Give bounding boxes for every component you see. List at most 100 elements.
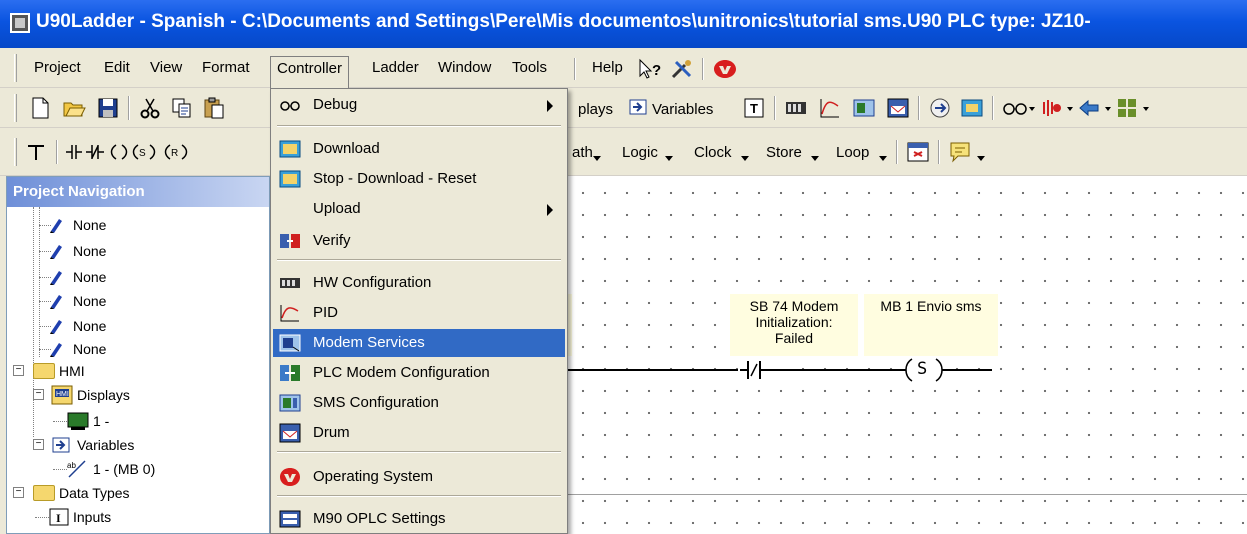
menu-item-label: SMS Configuration [313, 394, 439, 411]
download-icon[interactable] [960, 96, 984, 120]
chevron-down-icon[interactable] [810, 150, 820, 161]
contact-label-line-3: Failed [774, 330, 814, 346]
debug-glasses-icon[interactable] [1002, 96, 1036, 120]
chevron-down-icon[interactable] [740, 150, 750, 161]
ladder-elements-icon[interactable]: S R [64, 140, 264, 164]
collapse-icon[interactable]: − [33, 439, 44, 450]
menu-tools[interactable]: Tools [506, 56, 553, 82]
online-icon[interactable] [1040, 96, 1074, 120]
grid-layout-icon[interactable] [1116, 96, 1150, 120]
comment-icon[interactable] [948, 140, 972, 164]
menu-project[interactable]: Project [28, 56, 87, 82]
menu-item-label: M90 OPLC Settings [313, 510, 446, 527]
chevron-down-icon[interactable] [976, 150, 986, 161]
set-coil[interactable]: S [900, 356, 948, 384]
display-icon [67, 412, 89, 430]
coil-operand-label[interactable]: MB 1 Envio sms [864, 294, 998, 356]
menu-window[interactable]: Window [432, 56, 497, 82]
menu-bar: Project Edit View Format Controller Ladd… [0, 48, 1247, 88]
verify-icon [280, 234, 300, 248]
menu-item-drum[interactable]: Drum [273, 419, 565, 447]
tree-item-label: None [73, 293, 107, 309]
toolbar-variables-label[interactable]: Variables [652, 101, 713, 118]
menu-item-download[interactable]: Download [273, 135, 565, 163]
menu-item-verify[interactable]: Verify [273, 227, 565, 255]
menu-item-sms-configuration[interactable]: SMS Configuration [273, 389, 565, 417]
menu-item-label: Operating System [313, 468, 434, 485]
app-icon[interactable] [10, 13, 30, 33]
submenu-arrow-icon [547, 100, 553, 112]
toolbar-logic-label[interactable]: Logic [622, 144, 658, 161]
toolbar-displays-label[interactable]: plays [578, 101, 613, 118]
download-icon [279, 140, 301, 158]
toolbar-grip[interactable] [14, 94, 17, 122]
new-file-icon[interactable] [28, 96, 52, 120]
tools-icon[interactable] [670, 58, 696, 80]
variables-icon[interactable] [628, 97, 648, 117]
collapse-icon[interactable]: − [13, 487, 24, 498]
menu-ladder[interactable]: Ladder [366, 56, 425, 82]
svg-text:R: R [171, 148, 178, 159]
tree-line [33, 207, 34, 437]
chevron-down-icon[interactable] [592, 150, 602, 161]
function-block-icon[interactable] [906, 140, 930, 164]
net-icon[interactable] [24, 140, 48, 164]
menu-item-label: Drum [313, 424, 350, 441]
context-help-icon[interactable]: ? [638, 58, 664, 80]
toolbar-clock-label[interactable]: Clock [694, 144, 732, 161]
drum-icon[interactable] [886, 96, 910, 120]
menu-controller[interactable]: Controller [270, 56, 350, 88]
toolbar-grip[interactable] [14, 138, 17, 166]
unitronics-logo-icon[interactable] [712, 57, 738, 81]
chevron-down-icon[interactable] [878, 150, 888, 161]
menu-item-pid[interactable]: PID [273, 299, 565, 327]
menu-item-modem-services[interactable]: Modem Services [273, 329, 565, 357]
pid-icon[interactable] [818, 96, 842, 120]
back-arrow-icon[interactable] [1078, 96, 1112, 120]
window-title: U90Ladder - Spanish - C:\Documents and S… [36, 11, 1091, 32]
menu-item-upload[interactable]: Upload [273, 195, 565, 223]
paste-icon[interactable] [202, 96, 226, 120]
ladder-toolbar: S R ath Logic Clock Store Loop [0, 128, 1247, 176]
collapse-icon[interactable]: − [33, 389, 44, 400]
svg-text:HMI: HMI [56, 391, 69, 398]
text-icon[interactable]: T [744, 98, 764, 118]
collapse-icon[interactable]: − [13, 365, 24, 376]
tree-item-label: Variables [77, 437, 135, 453]
open-folder-icon[interactable] [62, 96, 86, 120]
toolbar-math-label[interactable]: ath [572, 144, 593, 161]
menu-help[interactable]: Help [586, 56, 629, 82]
menu-item-debug[interactable]: Debug [273, 91, 565, 119]
sms-config-icon[interactable] [852, 96, 876, 120]
nc-contact[interactable] [738, 358, 784, 382]
toolbar-separator [128, 96, 130, 120]
menu-item-hw-configuration[interactable]: HW Configuration [273, 269, 565, 297]
tree-line [39, 207, 40, 357]
title-bar[interactable]: U90Ladder - Spanish - C:\Documents and S… [0, 0, 1247, 48]
menu-separator [702, 58, 704, 80]
chevron-down-icon[interactable] [664, 150, 674, 161]
menu-edit[interactable]: Edit [98, 56, 136, 82]
contact-operand-label[interactable]: SB 74 Modem Initialization: Failed [730, 294, 858, 356]
transfer-icon[interactable] [928, 96, 952, 120]
menu-item-plc-modem-configuration[interactable]: PLC Modem Configuration [273, 359, 565, 387]
copy-icon[interactable] [170, 96, 194, 120]
menubar-grip[interactable] [14, 54, 17, 82]
hardware-config-icon[interactable] [784, 96, 808, 120]
menu-separator [277, 495, 561, 497]
menu-item-operating-system[interactable]: Operating System [273, 463, 565, 491]
save-icon[interactable] [96, 96, 120, 120]
menu-item-label: Debug [313, 96, 358, 113]
pen-icon [50, 219, 62, 233]
ladder-canvas[interactable]: SB 74 Modem Initialization: Failed MB 1 … [568, 176, 1247, 534]
svg-text:ab: ab [67, 461, 76, 470]
cut-icon[interactable] [138, 96, 162, 120]
menu-format[interactable]: Format [196, 56, 256, 82]
menu-view[interactable]: View [144, 56, 188, 82]
tree-item-label: None [73, 318, 107, 334]
toolbar-loop-label[interactable]: Loop [836, 144, 869, 161]
menu-item-m90-oplc-settings[interactable]: M90 OPLC Settings [273, 505, 565, 533]
toolbar-store-label[interactable]: Store [766, 144, 802, 161]
menu-item-label: Download [313, 140, 380, 157]
menu-item-stop-download-reset[interactable]: Stop - Download - Reset [273, 165, 565, 193]
